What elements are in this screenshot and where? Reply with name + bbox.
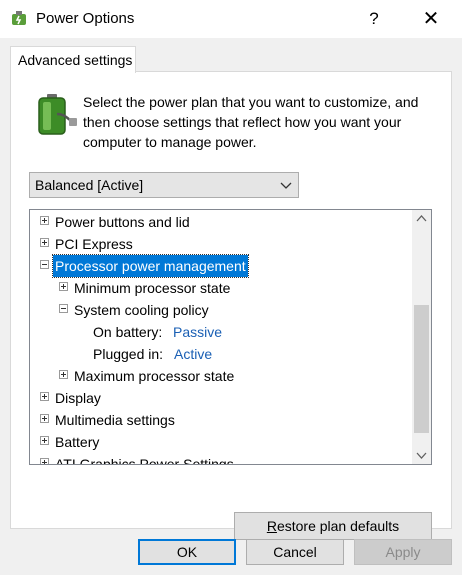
intro-text: Select the power plan that you want to c… [83,94,419,150]
tab-label: Advanced settings [18,52,133,68]
tree-item-power-buttons[interactable]: Power buttons and lid [30,211,410,233]
scrollbar-thumb[interactable] [414,305,429,433]
help-button[interactable]: ? [360,5,388,33]
ok-button[interactable]: OK [138,539,236,565]
dialog-client-area: Advanced settings Select the power plan … [0,38,462,575]
apply-button[interactable]: Apply [354,539,452,565]
collapse-icon[interactable] [59,304,68,313]
expand-icon[interactable] [59,282,68,291]
chevron-down-icon [280,182,292,189]
tree-item-battery[interactable]: Battery [30,431,410,453]
expand-icon[interactable] [40,238,49,247]
tree-item-plugged-in[interactable]: Plugged in: Active [30,343,410,365]
plugged-in-value-link[interactable]: Active [174,343,212,365]
expand-icon[interactable] [40,458,49,464]
power-options-icon [12,11,26,25]
settings-tree[interactable]: Power buttons and lid PCI Express Proces… [29,209,432,465]
close-button[interactable]: ✕ [416,5,446,33]
tree-item-maximum-processor-state[interactable]: Maximum processor state [30,365,410,387]
tree-item-system-cooling-policy[interactable]: System cooling policy [30,299,410,321]
tab-advanced-settings[interactable]: Advanced settings [10,46,136,73]
battery-plug-icon [38,94,77,135]
tree-item-on-battery[interactable]: On battery: Passive [30,321,410,343]
settings-tree-content: Power buttons and lid PCI Express Proces… [30,210,412,464]
tree-item-ati-graphics[interactable]: ATI Graphics Power Settings [30,453,410,464]
tree-item-minimum-processor-state[interactable]: Minimum processor state [30,277,410,299]
collapse-icon[interactable] [40,260,49,269]
scroll-down-icon[interactable] [412,447,431,464]
expand-icon[interactable] [40,216,49,225]
on-battery-value-link[interactable]: Passive [173,321,222,343]
tree-item-display[interactable]: Display [30,387,410,409]
expand-icon[interactable] [40,436,49,445]
expand-icon[interactable] [40,414,49,423]
tree-item-processor-power-management[interactable]: Processor power management [30,254,410,278]
power-plan-select[interactable]: Balanced [Active] [29,172,299,198]
power-plan-value: Balanced [Active] [35,177,144,193]
cancel-button[interactable]: Cancel [246,539,344,565]
title-bar: Power Options ? ✕ [0,0,462,38]
expand-icon[interactable] [40,392,49,401]
tree-item-pci-express[interactable]: PCI Express [30,233,410,255]
scroll-up-icon[interactable] [412,210,431,227]
expand-icon[interactable] [59,370,68,379]
advanced-settings-panel: Select the power plan that you want to c… [10,71,452,540]
restore-plan-defaults-button[interactable]: Restore plan defaults [234,512,432,540]
tree-item-multimedia-settings[interactable]: Multimedia settings [30,409,410,431]
tree-vertical-scrollbar[interactable] [412,210,431,464]
window-title: Power Options [36,10,135,27]
